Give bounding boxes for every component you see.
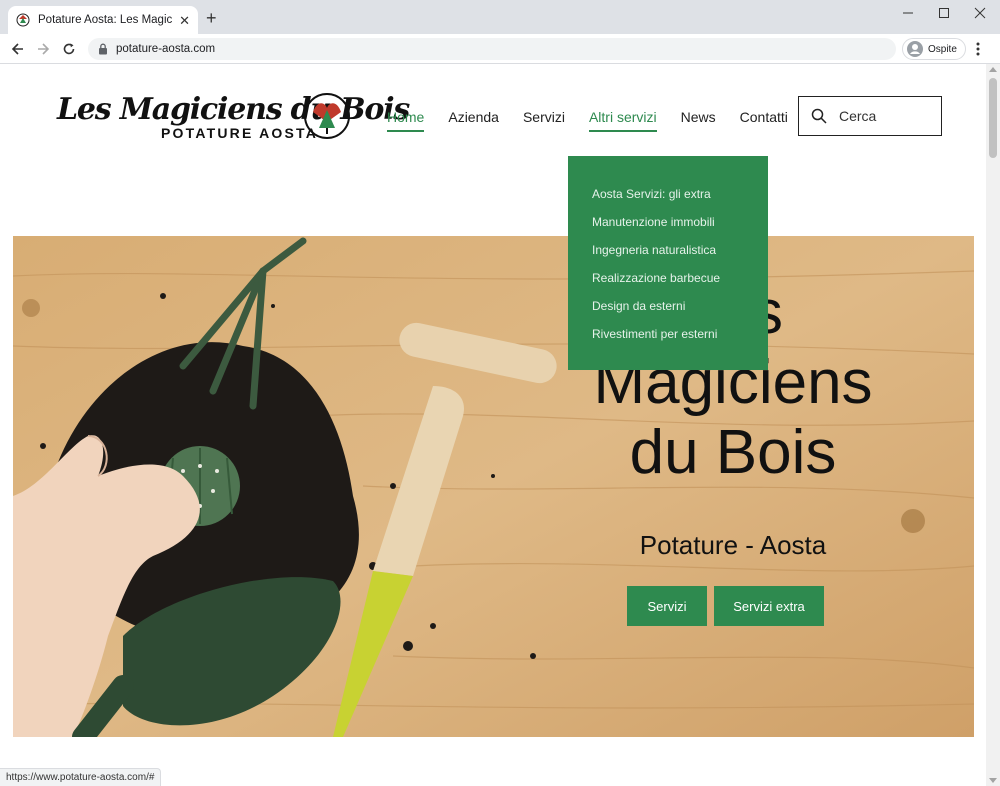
nav-altri-servizi[interactable]: Altri servizi — [588, 108, 657, 132]
url-text: potature-aosta.com — [116, 43, 216, 55]
browser-tabstrip: Potature Aosta: Les Magiciens du ✕ + — [0, 0, 1000, 34]
altri-servizi-dropdown: Aosta Servizi: gli extra Manutenzione im… — [568, 156, 768, 370]
dropdown-item-design[interactable]: Design da esterni — [568, 298, 768, 326]
tab-close-icon[interactable]: ✕ — [179, 14, 190, 27]
search-box[interactable]: Cerca — [798, 96, 942, 136]
browser-toolbar: potature-aosta.com Ospite — [0, 34, 1000, 64]
nav-azienda[interactable]: Azienda — [448, 108, 499, 132]
back-icon[interactable] — [9, 40, 27, 58]
dropdown-item-rivestimenti[interactable]: Rivestimenti per esterni — [568, 326, 768, 354]
nav-contatti[interactable]: Contatti — [740, 108, 788, 132]
close-window-icon[interactable] — [965, 4, 995, 22]
site-favicon-icon — [16, 13, 30, 27]
logo-emblem-icon — [304, 93, 350, 139]
site-logo[interactable]: Les Magiciens du Bois POTATURE AOSTA — [57, 92, 410, 144]
main-nav: Home Azienda Servizi Altri servizi News … — [387, 108, 812, 132]
profile-label: Ospite — [928, 43, 957, 55]
browser-menu-icon[interactable] — [976, 42, 980, 61]
dropdown-item-extra[interactable]: Aosta Servizi: gli extra — [568, 186, 768, 214]
forward-icon[interactable] — [34, 40, 52, 58]
dropdown-item-manutenzione[interactable]: Manutenzione immobili — [568, 214, 768, 242]
logo-script-text: Les Magiciens du Bois — [57, 92, 410, 127]
browser-tab[interactable]: Potature Aosta: Les Magiciens du ✕ — [8, 6, 198, 34]
nav-news[interactable]: News — [681, 108, 716, 132]
hero-banner: Les Magiciens du Bois Potature - Aosta S… — [13, 236, 974, 737]
nav-home[interactable]: Home — [387, 108, 425, 132]
avatar-icon — [907, 41, 923, 57]
address-bar[interactable]: potature-aosta.com — [88, 38, 896, 60]
reload-icon[interactable] — [60, 40, 78, 58]
hero-subtitle: Potature - Aosta — [639, 530, 827, 560]
nav-servizi[interactable]: Servizi — [523, 108, 565, 132]
scrollbar-thumb[interactable] — [989, 78, 997, 158]
lock-icon — [99, 43, 107, 55]
profile-button[interactable]: Ospite — [902, 38, 966, 60]
dropdown-item-ingegneria[interactable]: Ingegneria naturalistica — [568, 242, 768, 270]
new-tab-icon[interactable]: + — [206, 9, 217, 27]
minimize-icon[interactable] — [893, 4, 923, 22]
maximize-icon[interactable] — [929, 4, 959, 22]
dropdown-item-barbecue[interactable]: Realizzazione barbecue — [568, 270, 768, 298]
search-input[interactable]: Cerca — [839, 108, 876, 124]
scroll-down-icon[interactable] — [989, 778, 997, 783]
page-viewport: Les Magiciens du Bois POTATURE AOSTA Hom… — [0, 64, 986, 786]
scroll-up-icon[interactable] — [989, 67, 997, 72]
page-scrollbar[interactable] — [986, 64, 1000, 786]
hero-title-line: du Bois — [629, 418, 837, 487]
servizi-button[interactable]: Servizi — [627, 586, 707, 626]
status-url-bubble: https://www.potature-aosta.com/# — [0, 768, 162, 786]
tab-title: Potature Aosta: Les Magiciens du — [38, 14, 173, 26]
search-icon — [811, 108, 827, 124]
servizi-extra-button[interactable]: Servizi extra — [714, 586, 824, 626]
logo-subtitle: POTATURE AOSTA — [161, 125, 319, 141]
